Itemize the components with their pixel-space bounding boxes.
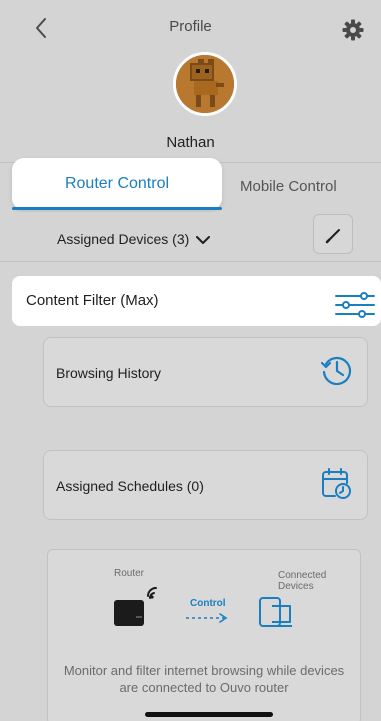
router-label: Router bbox=[114, 568, 145, 579]
content-filter-label: Content Filter (Max) bbox=[26, 292, 159, 309]
tab-mobile-control[interactable]: Mobile Control bbox=[240, 178, 337, 195]
browsing-history-label: Browsing History bbox=[56, 365, 162, 381]
dashed-arrow-icon bbox=[186, 613, 228, 623]
cat-avatar-icon bbox=[176, 55, 234, 113]
content-filter-row[interactable]: Content Filter (Max) bbox=[12, 276, 381, 326]
avatar[interactable] bbox=[173, 52, 237, 116]
assigned-schedules-label: Assigned Schedules (0) bbox=[56, 478, 204, 494]
gear-icon bbox=[342, 19, 364, 41]
info-description: Monitor and filter internet browsing whi… bbox=[63, 663, 345, 695]
router-icon bbox=[114, 587, 157, 626]
profile-name: Nathan bbox=[166, 134, 215, 151]
home-indicator bbox=[145, 712, 273, 717]
pencil-icon bbox=[325, 229, 340, 244]
history-icon bbox=[320, 356, 352, 386]
calendar-clock-icon bbox=[322, 468, 351, 499]
tab-router-label: Router Control bbox=[64, 175, 170, 192]
assigned-devices-text: Assigned Devices (3) bbox=[57, 231, 190, 247]
settings-button[interactable] bbox=[342, 19, 364, 41]
tab-router-control[interactable]: Router Control bbox=[12, 158, 222, 210]
devices-icon bbox=[259, 597, 292, 627]
connected-devices-label: Connected Devices bbox=[278, 570, 327, 592]
browsing-history-card[interactable]: Browsing History bbox=[43, 337, 368, 407]
top-bar: Profile bbox=[0, 0, 381, 58]
assigned-schedules-card[interactable]: Assigned Schedules (0) bbox=[43, 450, 368, 520]
assigned-devices-label: Assigned Devices (3) bbox=[57, 231, 211, 247]
router-control-info-panel: Router Connected Devices Control Monitor… bbox=[47, 549, 361, 721]
active-tab-indicator bbox=[12, 207, 222, 210]
sliders-icon bbox=[335, 292, 375, 318]
edit-devices-button[interactable] bbox=[313, 214, 353, 254]
page-title: Profile bbox=[169, 18, 212, 35]
chevron-down-icon bbox=[196, 236, 211, 245]
control-label: Control bbox=[190, 598, 226, 609]
